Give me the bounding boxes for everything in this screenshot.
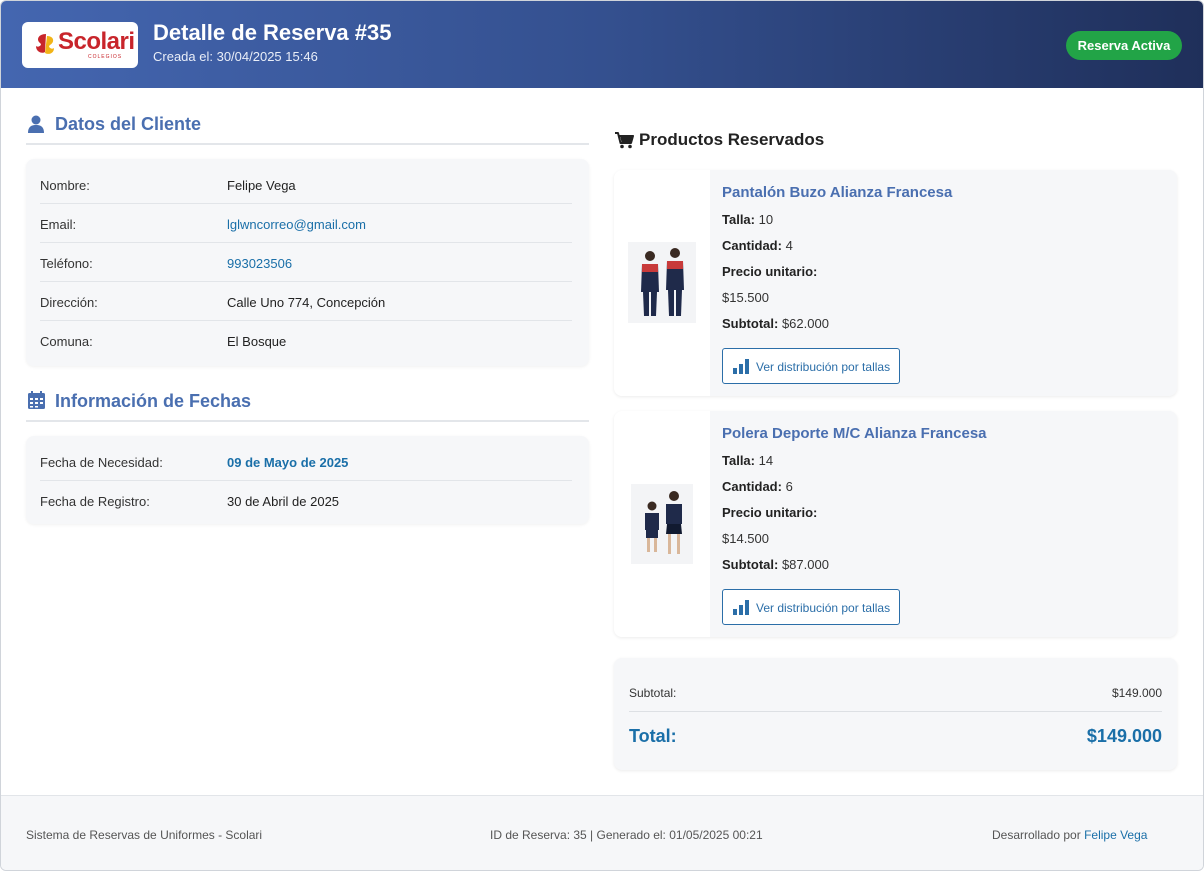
total-value: $149.000	[1086, 726, 1162, 746]
size-distribution-label: Ver distribución por tallas	[756, 360, 891, 374]
developer-link[interactable]: Felipe Vega	[1084, 828, 1147, 842]
size-distribution-button[interactable]: Ver distribución por tallas	[722, 589, 900, 625]
client-row-comuna: Comuna: El Bosque	[40, 321, 572, 360]
totals-card: Subtotal: $149.000 Total: $149.000	[614, 658, 1177, 770]
size-value: 14	[758, 453, 774, 468]
totals-divider	[629, 711, 1162, 712]
date-row-register: Fecha de Registro: 30 de Abril de 2025	[40, 481, 572, 520]
quantity-label: Cantidad:	[722, 479, 782, 494]
address-label: Dirección:	[40, 295, 98, 310]
product-unit-price: $15.500	[722, 290, 769, 305]
register-date-label: Fecha de Registro:	[40, 494, 150, 509]
subtotal-value: $62.000	[781, 316, 829, 331]
footer-credits: Desarrollado por Felipe Vega	[992, 828, 1147, 842]
product-subtotal: Subtotal: $62.000	[722, 316, 829, 331]
client-row-email: Email: lglwncorreo@gmail.com	[40, 204, 572, 243]
footer-credits-prefix: Desarrollado por	[992, 828, 1081, 842]
subtotal-label: Subtotal:	[722, 557, 779, 572]
product-image	[631, 484, 693, 564]
subtotal-value: $87.000	[781, 557, 829, 572]
status-badge: Reserva Activa	[1066, 31, 1182, 60]
product-quantity: Cantidad: 4	[722, 238, 793, 253]
email-label: Email:	[40, 217, 77, 232]
address-value: Calle Uno 774, Concepción	[227, 295, 386, 310]
product-image-area	[614, 411, 710, 637]
product-image	[628, 242, 696, 323]
product-image-area	[614, 170, 710, 396]
logo-text: Scolari	[58, 28, 135, 55]
size-label: Talla:	[722, 212, 755, 227]
logo-mark-icon	[36, 34, 54, 54]
product-name: Pantalón Buzo Alianza Francesa	[722, 184, 953, 201]
product-unit-price-label: Precio unitario:	[722, 264, 817, 279]
logo-subtext: COLEGIOS	[88, 54, 123, 60]
cart-icon	[615, 132, 634, 149]
product-quantity: Cantidad: 6	[722, 479, 793, 494]
email-link[interactable]: lglwncorreo@gmail.com	[227, 217, 366, 232]
total-label: Total:	[629, 726, 677, 746]
page-title: Detalle de Reserva #35	[153, 20, 392, 45]
bar-chart-icon	[733, 359, 749, 374]
size-label: Talla:	[722, 453, 755, 468]
subtotal-label: Subtotal:	[629, 686, 677, 700]
phone-label: Teléfono:	[40, 256, 93, 271]
footer: Sistema de Reservas de Uniformes - Scola…	[1, 795, 1203, 870]
date-row-need: Fecha de Necesidad: 09 de Mayo de 2025	[40, 442, 572, 481]
footer-reservation-info: ID de Reserva: 35 | Generado el: 01/05/2…	[490, 828, 763, 842]
dates-section-title: Información de Fechas	[55, 391, 252, 411]
size-distribution-label: Ver distribución por tallas	[756, 601, 891, 615]
product-name: Polera Deporte M/C Alianza Francesa	[722, 425, 987, 442]
client-divider	[26, 143, 589, 145]
bar-chart-icon	[733, 600, 749, 615]
product-subtotal: Subtotal: $87.000	[722, 557, 829, 572]
page-frame: Scolari COLEGIOS Detalle de Reserva #35 …	[0, 0, 1204, 871]
dates-card: Fecha de Necesidad: 09 de Mayo de 2025 F…	[26, 436, 589, 524]
need-date-label: Fecha de Necesidad:	[40, 455, 163, 470]
products-section-title: Productos Reservados	[639, 130, 825, 149]
phone-link[interactable]: 993023506	[227, 256, 292, 271]
subtotal-value: $149.000	[1111, 686, 1162, 700]
quantity-label: Cantidad:	[722, 238, 782, 253]
size-value: 10	[758, 212, 774, 227]
client-section-title: Datos del Cliente	[55, 114, 202, 134]
unit-price-label: Precio unitario:	[722, 505, 818, 520]
client-row-address: Dirección: Calle Uno 774, Concepción	[40, 282, 572, 321]
product-card: Pantalón Buzo Alianza Francesa Talla: 10…	[614, 170, 1177, 396]
dates-divider	[26, 420, 589, 422]
header: Scolari COLEGIOS Detalle de Reserva #35 …	[1, 1, 1203, 88]
calendar-icon	[28, 391, 45, 409]
quantity-value: 4	[785, 238, 793, 253]
client-card: Nombre: Felipe Vega Email: lglwncorreo@g…	[26, 159, 589, 366]
need-date-value: 09 de Mayo de 2025	[227, 455, 349, 470]
client-row-phone: Teléfono: 993023506	[40, 243, 572, 282]
product-unit-price: $14.500	[722, 531, 769, 546]
register-date-value: 30 de Abril de 2025	[227, 494, 340, 509]
quantity-value: 6	[785, 479, 793, 494]
product-card: Polera Deporte M/C Alianza Francesa Tall…	[614, 411, 1177, 637]
product-size: Talla: 10	[722, 212, 773, 227]
size-distribution-button[interactable]: Ver distribución por tallas	[722, 348, 900, 384]
name-value: Felipe Vega	[227, 178, 296, 193]
logo: Scolari COLEGIOS	[22, 22, 138, 68]
footer-system-name: Sistema de Reservas de Uniformes - Scola…	[26, 828, 263, 842]
client-row-name: Nombre: Felipe Vega	[40, 165, 572, 204]
unit-price-label: Precio unitario:	[722, 264, 818, 279]
product-size: Talla: 14	[722, 453, 773, 468]
user-icon	[28, 115, 44, 133]
comuna-value: El Bosque	[227, 334, 287, 349]
created-date: Creada el: 30/04/2025 15:46	[153, 49, 318, 64]
name-label: Nombre:	[40, 178, 90, 193]
product-unit-price-label: Precio unitario:	[722, 505, 817, 520]
comuna-label: Comuna:	[40, 334, 93, 349]
subtotal-label: Subtotal:	[722, 316, 779, 331]
